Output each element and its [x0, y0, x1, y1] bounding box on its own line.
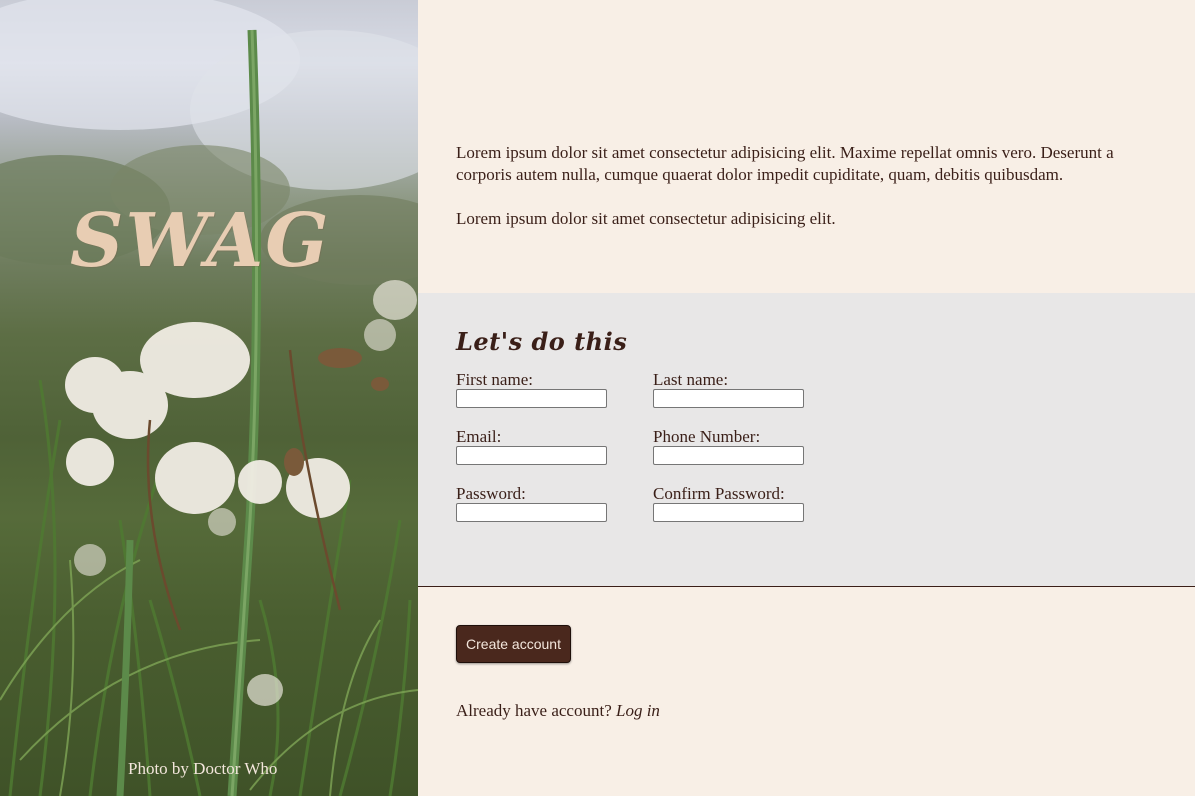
form-heading: Let's do this: [456, 327, 628, 356]
actions-section: Create account Already have account? Log…: [418, 587, 1195, 796]
password-label: Password:: [456, 484, 526, 503]
login-link[interactable]: Log in: [616, 701, 660, 720]
first-name-label: First name:: [456, 370, 533, 389]
intro-section: Lorem ipsum dolor sit amet consectetur a…: [418, 0, 1195, 293]
login-line: Already have account? Log in: [456, 701, 1157, 721]
first-name-input[interactable]: [456, 389, 607, 408]
hero-photo-panel: SWAG Photo by Doctor Who: [0, 0, 418, 796]
intro-paragraph-1: Lorem ipsum dolor sit amet consectetur a…: [456, 143, 1114, 184]
password-group: Password:: [456, 484, 653, 522]
email-label: Email:: [456, 427, 502, 446]
phone-input[interactable]: [653, 446, 804, 465]
confirm-password-input[interactable]: [653, 503, 804, 522]
confirm-password-label: Confirm Password:: [653, 484, 785, 503]
login-prompt: Already have account?: [456, 701, 612, 720]
photo-credit: Photo by Doctor Who: [128, 759, 278, 778]
last-name-input[interactable]: [653, 389, 804, 408]
confirm-password-group: Confirm Password:: [653, 484, 850, 522]
phone-group: Phone Number:: [653, 427, 850, 465]
signup-form: Let's do this First name: Last name: Ema…: [418, 293, 1195, 587]
signup-page: SWAG Photo by Doctor Who Lorem ipsum dol…: [0, 0, 1195, 796]
brand-logo: SWAG: [70, 198, 331, 284]
email-group: Email:: [456, 427, 653, 465]
first-name-group: First name:: [456, 370, 653, 408]
last-name-label: Last name:: [653, 370, 729, 389]
content-panel: Lorem ipsum dolor sit amet consectetur a…: [418, 0, 1195, 796]
last-name-group: Last name:: [653, 370, 850, 408]
create-account-button[interactable]: Create account: [456, 625, 571, 663]
password-input[interactable]: [456, 503, 607, 522]
cotton-grass-photo: [0, 0, 418, 796]
form-fields: First name: Last name: Email: Phone Numb…: [456, 370, 1157, 522]
email-input[interactable]: [456, 446, 607, 465]
intro-paragraph-2: Lorem ipsum dolor sit amet consectetur a…: [456, 209, 836, 228]
phone-label: Phone Number:: [653, 427, 761, 446]
